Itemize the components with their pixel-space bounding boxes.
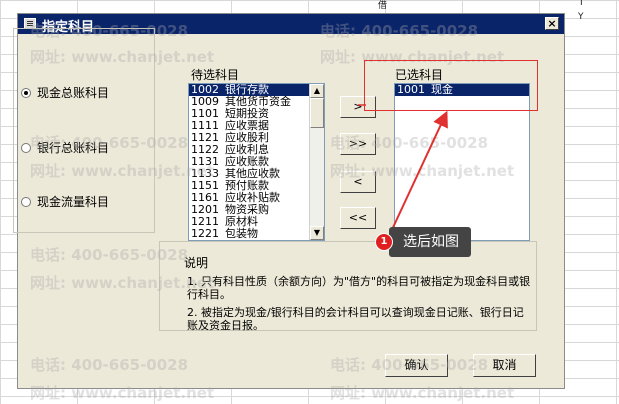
account-code: 1221 xyxy=(191,227,219,240)
radio-label: 现金流量科目 xyxy=(37,195,110,209)
sheet-cell-text: Y xyxy=(578,12,584,22)
candidate-items: 1002 银行存款 1009 其他货币资金 1101 短期投资 1111 应收票据 1121 应收… xyxy=(189,84,324,240)
scroll-up-icon[interactable]: ▲ xyxy=(310,84,324,98)
description-line-2: 2. 被指定为现金/银行科目的会计科目可以查询现金日记账、银行日记账及资金日报。 xyxy=(187,306,524,332)
account-name: 现金 xyxy=(431,83,453,96)
radio-label: 现金总账科目 xyxy=(37,86,110,100)
description-line-1: 1. 只有科目性质（余额方向）为"借方"的科目可被指定为现金科目或银行科目。 xyxy=(187,275,531,301)
callout-tooltip: 1 选后如图 xyxy=(375,226,471,258)
list-item[interactable]: 1221 包装物 xyxy=(189,228,324,240)
move-all-left-button[interactable]: << xyxy=(340,207,376,229)
account-name: 包装物 xyxy=(225,227,258,240)
move-right-button[interactable]: > xyxy=(340,96,376,118)
selected-accounts-list[interactable]: 1001 现金 xyxy=(394,83,530,241)
radio-bank-general[interactable]: 银行总账科目 xyxy=(21,139,109,156)
list-scrollbar[interactable]: ▲ ▼ xyxy=(309,84,324,240)
candidates-label: 待选科目 xyxy=(191,68,240,82)
sheet-cell-text: I xyxy=(580,0,583,8)
move-all-right-button[interactable]: >> xyxy=(340,133,376,155)
account-code: 1001 xyxy=(397,83,425,96)
scroll-down-icon[interactable]: ▼ xyxy=(310,226,324,240)
radio-cash-flow[interactable]: 现金流量科目 xyxy=(21,193,109,210)
scroll-thumb[interactable] xyxy=(310,98,324,128)
move-left-button[interactable]: < xyxy=(340,171,376,193)
candidate-accounts-list[interactable]: 1002 银行存款 1009 其他货币资金 1101 短期投资 1111 应收票据 1121 应收… xyxy=(188,83,325,241)
callout-text: 选后如图 xyxy=(389,227,471,257)
radio-label: 银行总账科目 xyxy=(37,141,110,155)
selected-label: 已选科目 xyxy=(395,68,444,82)
cancel-button[interactable]: 取消 xyxy=(473,354,536,377)
selected-items: 1001 现金 xyxy=(395,84,529,96)
radio-button[interactable] xyxy=(21,142,31,153)
radio-button[interactable] xyxy=(21,196,31,207)
close-button[interactable]: × xyxy=(545,17,559,30)
radio-button[interactable] xyxy=(21,87,31,98)
radio-cash-general[interactable]: 现金总账科目 xyxy=(21,84,109,101)
confirm-button[interactable]: 确认 xyxy=(385,354,448,377)
sheet-cell-text: 借 xyxy=(378,1,388,11)
step-badge: 1 xyxy=(375,233,393,251)
list-item[interactable]: 1001 现金 xyxy=(395,84,529,96)
